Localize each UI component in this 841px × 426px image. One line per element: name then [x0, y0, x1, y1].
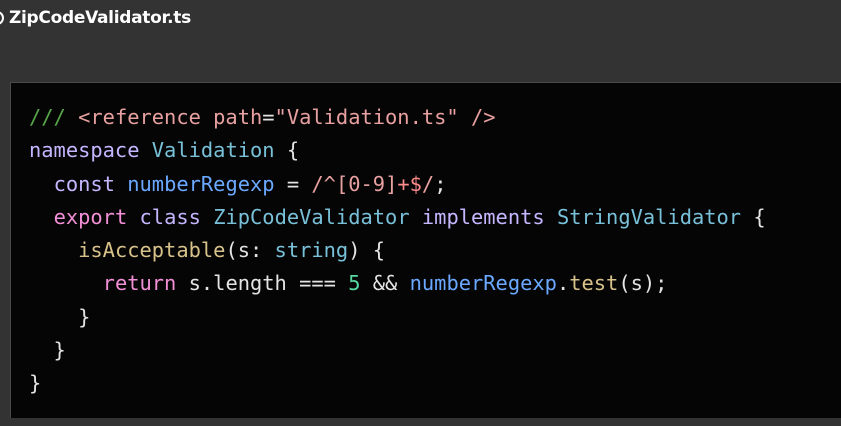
code-token: ;	[434, 171, 447, 196]
code-token: /	[421, 171, 435, 196]
code-line: }	[29, 301, 766, 334]
code-token: =	[262, 105, 275, 129]
code-token: "Validation.ts"	[274, 105, 459, 129]
code-line: export class ZipCodeValidator implements…	[29, 201, 766, 234]
code-token: />	[470, 105, 496, 129]
code-token: }	[29, 338, 66, 363]
code-token: ) {	[348, 238, 386, 263]
code-token: export	[53, 204, 128, 229]
code-token: =	[274, 171, 312, 196]
code-token: {	[274, 138, 300, 163]
code-token: .	[556, 271, 570, 296]
code-token: return	[102, 271, 177, 296]
code-token: /^[0-9]	[311, 171, 398, 196]
code-token: string	[274, 238, 349, 263]
code-content: /// <reference path="Validation.ts" /> na…	[29, 101, 766, 401]
code-token: {	[741, 204, 766, 229]
code-token: numberRegexp	[409, 271, 557, 296]
file-name: ZipCodeValidator.ts	[9, 8, 191, 28]
page: ZipCodeValidator.ts /// <reference path=…	[0, 0, 841, 426]
code-token: }	[29, 304, 91, 329]
code-token: ZipCodeValidator	[213, 204, 410, 229]
code-token: }	[29, 371, 42, 396]
code-line: isAcceptable(s: string) {	[29, 234, 766, 267]
code-token: isAcceptable	[78, 238, 226, 263]
file-header: ZipCodeValidator.ts	[0, 0, 191, 36]
code-token: numberRegexp	[127, 171, 275, 196]
code-token: ///	[29, 105, 79, 129]
code-token: 5	[348, 271, 361, 296]
code-token: test	[569, 271, 619, 296]
code-token: namespace	[29, 138, 140, 163]
code-token: +$	[397, 171, 422, 196]
file-icon	[0, 11, 4, 25]
code-line: const numberRegexp = /^[0-9]+$/;	[29, 168, 766, 201]
code-line: namespace Validation {	[29, 134, 766, 167]
code-token: <reference	[78, 105, 201, 129]
code-block: /// <reference path="Validation.ts" /> na…	[10, 82, 841, 418]
code-line: }	[29, 334, 766, 367]
code-token: Validation	[151, 138, 275, 163]
code-token: s.length ===	[176, 271, 349, 296]
code-token: implements	[421, 204, 545, 229]
code-token: (s:	[225, 238, 275, 263]
code-line: }	[29, 367, 766, 400]
code-token: StringValidator	[556, 204, 742, 229]
code-token: const	[53, 171, 115, 196]
code-token: (s);	[618, 271, 668, 296]
code-token: &&	[360, 271, 410, 296]
code-line: /// <reference path="Validation.ts" />	[29, 101, 766, 134]
code-token: path	[213, 105, 263, 129]
code-line: return s.length === 5 && numberRegexp.te…	[29, 267, 766, 300]
code-token: class	[139, 204, 201, 229]
